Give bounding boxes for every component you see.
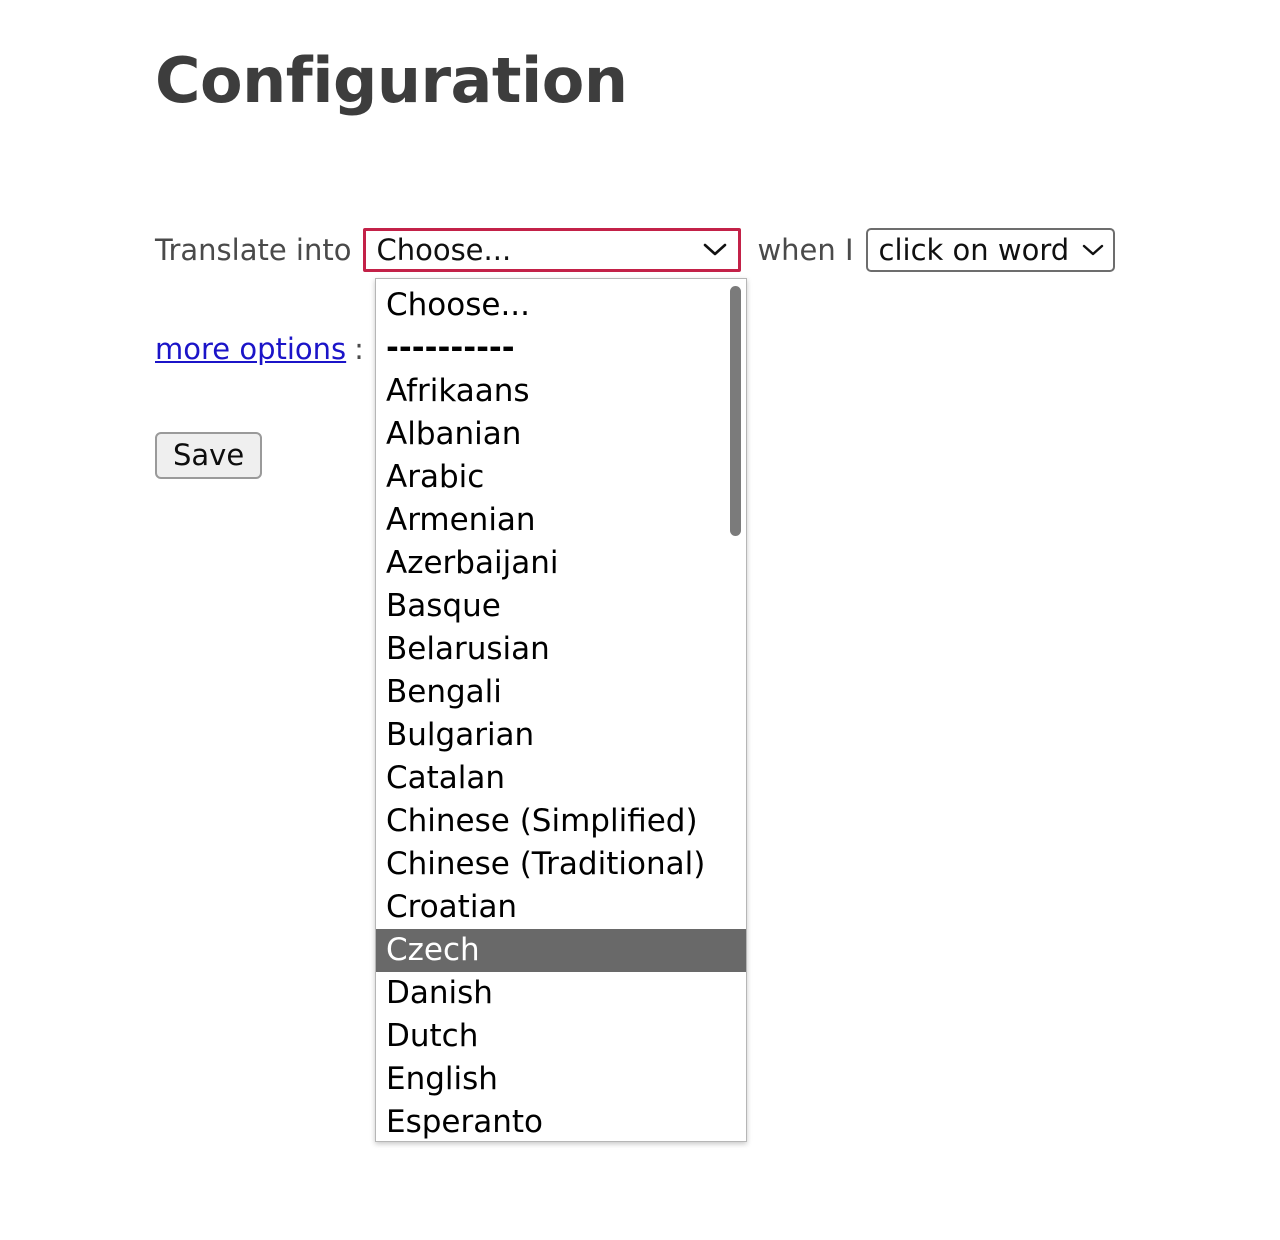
trigger-select[interactable]: click on word	[865, 228, 1116, 272]
dropdown-option[interactable]: Bengali	[376, 671, 746, 714]
dropdown-option[interactable]: ----------	[376, 327, 746, 370]
dropdown-option[interactable]: English	[376, 1058, 746, 1101]
dropdown-option[interactable]: Croatian	[376, 886, 746, 929]
language-select[interactable]: Choose...	[363, 228, 742, 272]
language-dropdown-popup[interactable]: Choose... ---------- Afrikaans Albanian Arab…	[375, 278, 747, 1142]
dropdown-option[interactable]: Chinese (Simplified)	[376, 800, 746, 843]
chevron-down-icon	[702, 242, 728, 258]
more-options-row: more options :	[155, 332, 364, 366]
dropdown-option[interactable]: Choose...	[376, 284, 746, 327]
dropdown-scrollbar-thumb[interactable]	[730, 286, 741, 536]
trigger-select-value: click on word	[878, 235, 1070, 265]
dropdown-option[interactable]: Chinese (Traditional)	[376, 843, 746, 886]
more-options-trailing-text: :	[354, 332, 364, 366]
dropdown-option[interactable]: Afrikaans	[376, 370, 746, 413]
dropdown-option[interactable]: Czech	[376, 929, 746, 972]
when-i-label: when I	[757, 232, 854, 267]
dropdown-option[interactable]: Albanian	[376, 413, 746, 456]
dropdown-option[interactable]: Belarusian	[376, 628, 746, 671]
save-button[interactable]: Save	[155, 432, 263, 479]
language-select-value: Choose...	[376, 235, 512, 265]
translate-into-label: Translate into	[155, 232, 352, 267]
more-options-link[interactable]: more options	[155, 332, 346, 366]
save-button-label: Save	[173, 438, 245, 472]
translate-settings-row: Translate into Choose... when I click on…	[155, 228, 1116, 272]
dropdown-option[interactable]: Azerbaijani	[376, 542, 746, 585]
dropdown-option[interactable]: Bulgarian	[376, 714, 746, 757]
dropdown-option[interactable]: Dutch	[376, 1015, 746, 1058]
dropdown-scrollbar-track[interactable]	[729, 283, 742, 1139]
dropdown-option[interactable]: Arabic	[376, 456, 746, 499]
dropdown-option[interactable]: Esperanto	[376, 1101, 746, 1141]
chevron-down-icon	[1081, 243, 1105, 258]
page-title: Configuration	[155, 44, 628, 117]
dropdown-option[interactable]: Basque	[376, 585, 746, 628]
dropdown-option[interactable]: Armenian	[376, 499, 746, 542]
dropdown-option[interactable]: Danish	[376, 972, 746, 1015]
language-dropdown-list: Choose... ---------- Afrikaans Albanian Arab…	[376, 279, 746, 1141]
dropdown-option[interactable]: Catalan	[376, 757, 746, 800]
